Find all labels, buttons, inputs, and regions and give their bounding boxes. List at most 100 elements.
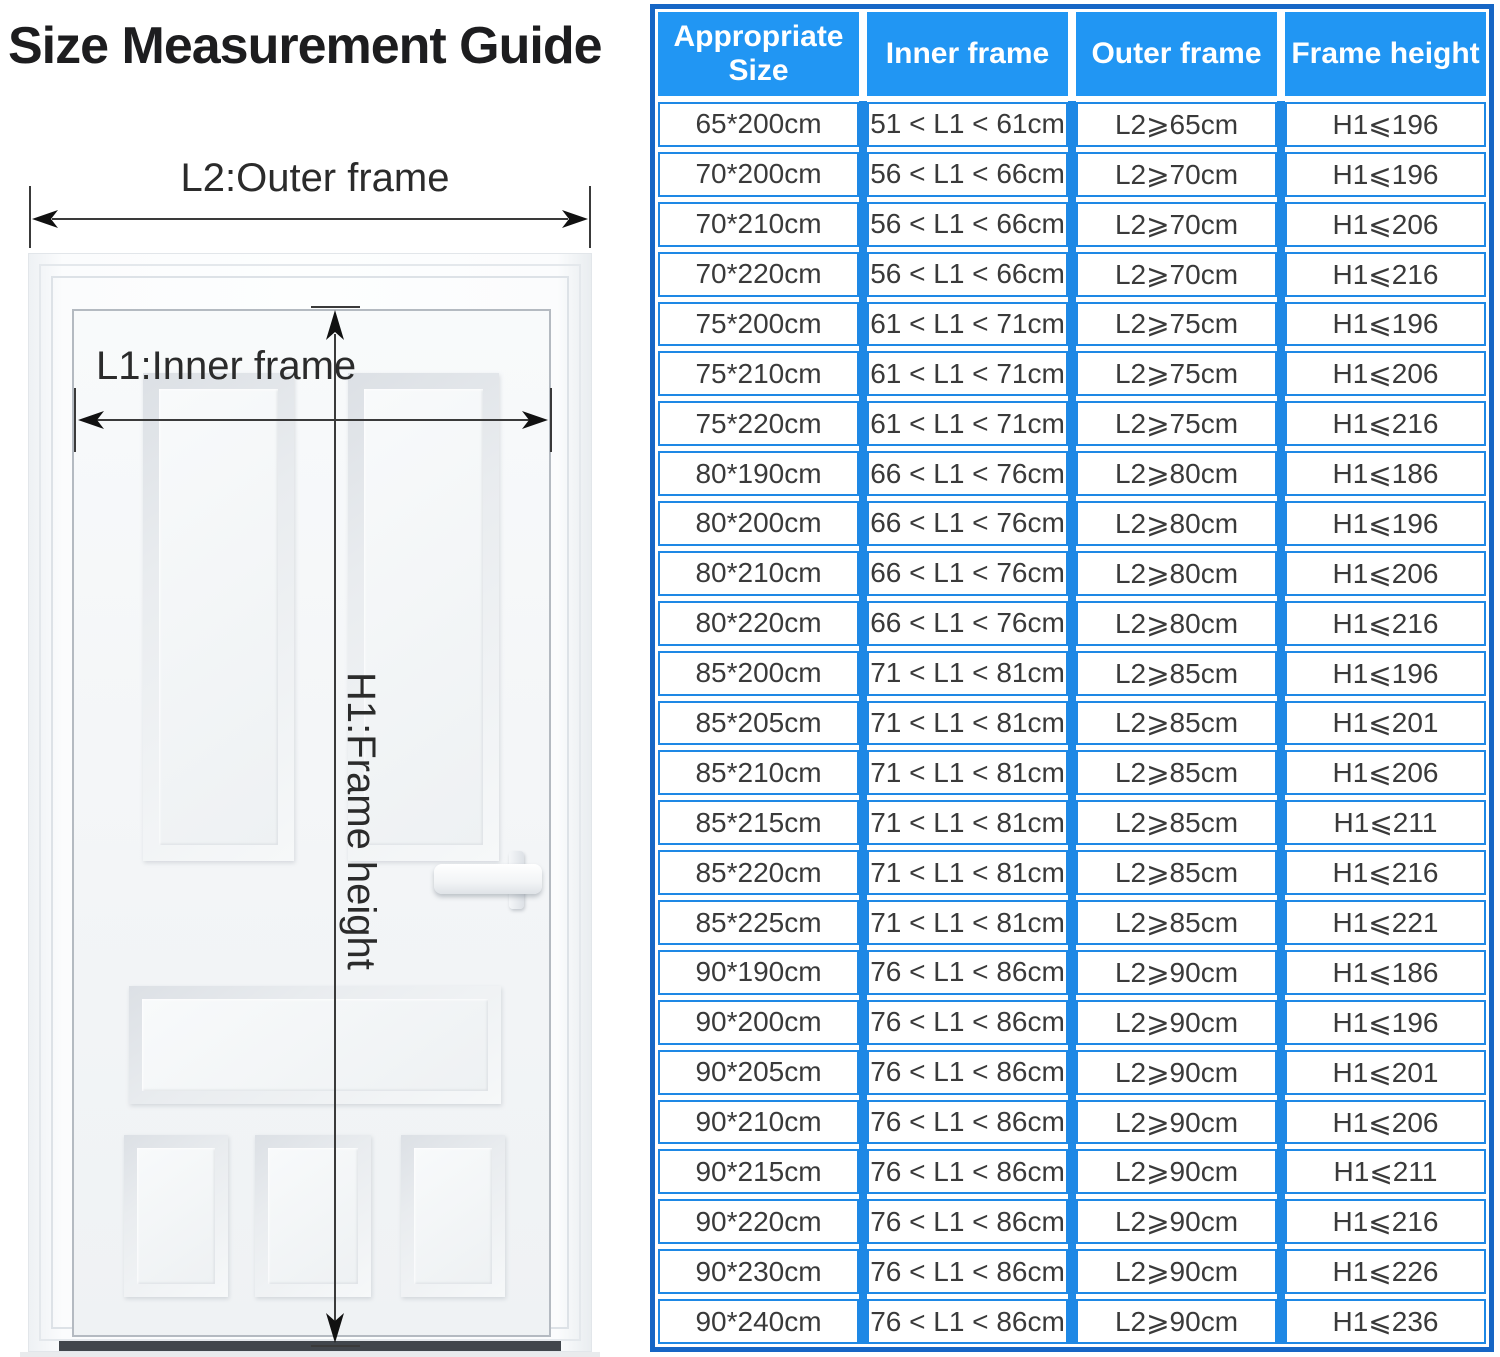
table-cell: 85*205cm	[658, 701, 859, 746]
table-cell: L2⩾80cm	[1076, 501, 1277, 546]
table-cell: L2⩾90cm	[1076, 1100, 1277, 1145]
table-row: 65*200cm51 < L1 < 61cmL2⩾65cmH1⩽196	[658, 102, 1486, 147]
table-row: 70*200cm56 < L1 < 66cmL2⩾70cmH1⩽196	[658, 152, 1486, 197]
table-cell: 80*200cm	[658, 501, 859, 546]
table-cell: 90*240cm	[658, 1299, 859, 1344]
table-cell: H1⩽201	[1285, 701, 1486, 746]
table-cell: 66 < L1 < 76cm	[867, 551, 1068, 596]
table-cell: 85*225cm	[658, 900, 859, 945]
table-cell: L2⩾85cm	[1076, 701, 1277, 746]
table-cell: 71 < L1 < 81cm	[867, 800, 1068, 845]
door-threshold	[59, 1341, 561, 1351]
table-cell: H1⩽211	[1285, 1149, 1486, 1194]
door-panel-bottom-center	[255, 1135, 371, 1297]
table-cell: 70*220cm	[658, 252, 859, 297]
frame-height-label: H1:Frame height	[338, 672, 383, 970]
table-cell: 90*200cm	[658, 1000, 859, 1045]
header-cell-frame-height: Frame height	[1285, 12, 1486, 96]
table-cell: L2⩾85cm	[1076, 850, 1277, 895]
table-cell: H1⩽196	[1285, 152, 1486, 197]
table-cell: 71 < L1 < 81cm	[867, 701, 1068, 746]
table-cell: H1⩽206	[1285, 351, 1486, 396]
table-cell: 76 < L1 < 86cm	[867, 950, 1068, 995]
table-cell: H1⩽196	[1285, 651, 1486, 696]
table-header-row: Appropriate Size Inner frame Outer frame…	[658, 12, 1486, 96]
table-cell: H1⩽206	[1285, 202, 1486, 247]
table-cell: 90*215cm	[658, 1149, 859, 1194]
header-cell-outer-frame: Outer frame	[1076, 12, 1277, 96]
table-cell: H1⩽186	[1285, 451, 1486, 496]
table-cell: 75*200cm	[658, 302, 859, 347]
door-slab	[72, 309, 551, 1337]
table-row: 90*210cm76 < L1 < 86cmL2⩾90cmH1⩽206	[658, 1100, 1486, 1145]
table-row: 80*220cm66 < L1 < 76cmL2⩾80cmH1⩽216	[658, 601, 1486, 646]
table-cell: 51 < L1 < 61cm	[867, 102, 1068, 147]
table-cell: 66 < L1 < 76cm	[867, 451, 1068, 496]
table-cell: 75*210cm	[658, 351, 859, 396]
table-row: 85*215cm71 < L1 < 81cmL2⩾85cmH1⩽211	[658, 800, 1486, 845]
table-cell: 85*200cm	[658, 651, 859, 696]
table-cell: H1⩽206	[1285, 1100, 1486, 1145]
table-cell: 56 < L1 < 66cm	[867, 252, 1068, 297]
table-cell: 71 < L1 < 81cm	[867, 900, 1068, 945]
door-panel-middle	[129, 986, 501, 1104]
outer-frame-label: L2:Outer frame	[170, 156, 460, 201]
table-row: 75*220cm61 < L1 < 71cmL2⩾75cmH1⩽216	[658, 401, 1486, 446]
table-cell: 75*220cm	[658, 401, 859, 446]
table-body: 65*200cm51 < L1 < 61cmL2⩾65cmH1⩽196 70*20…	[658, 102, 1486, 1344]
arrowhead-left	[32, 210, 58, 228]
table-cell: H1⩽196	[1285, 1000, 1486, 1045]
inner-frame-label: L1:Inner frame	[96, 344, 356, 389]
header-cell-inner-frame: Inner frame	[867, 12, 1068, 96]
table-row: 90*220cm76 < L1 < 86cmL2⩾90cmH1⩽216	[658, 1199, 1486, 1244]
table-row: 80*210cm66 < L1 < 76cmL2⩾80cmH1⩽206	[658, 551, 1486, 596]
table-cell: 56 < L1 < 66cm	[867, 202, 1068, 247]
table-cell: 61 < L1 < 71cm	[867, 351, 1068, 396]
table-cell: H1⩽216	[1285, 601, 1486, 646]
table-cell: H1⩽196	[1285, 102, 1486, 147]
table-cell: H1⩽206	[1285, 551, 1486, 596]
door-panel-bottom-left	[124, 1135, 228, 1297]
table-cell: H1⩽236	[1285, 1299, 1486, 1344]
table-cell: L2⩾75cm	[1076, 302, 1277, 347]
table-cell: 90*220cm	[658, 1199, 859, 1244]
table-cell: 85*210cm	[658, 750, 859, 795]
table-row: 90*200cm76 < L1 < 86cmL2⩾90cmH1⩽196	[658, 1000, 1486, 1045]
table-row: 85*220cm71 < L1 < 81cmL2⩾85cmH1⩽216	[658, 850, 1486, 895]
table-row: 80*200cm66 < L1 < 76cmL2⩾80cmH1⩽196	[658, 501, 1486, 546]
table-row: 85*225cm71 < L1 < 81cmL2⩾85cmH1⩽221	[658, 900, 1486, 945]
table-cell: L2⩾90cm	[1076, 950, 1277, 995]
door-illustration	[28, 253, 592, 1352]
table-cell: 76 < L1 < 86cm	[867, 1249, 1068, 1294]
table-cell: 66 < L1 < 76cm	[867, 601, 1068, 646]
table-cell: 71 < L1 < 81cm	[867, 850, 1068, 895]
table-cell: L2⩾80cm	[1076, 451, 1277, 496]
table-cell: L2⩾80cm	[1076, 551, 1277, 596]
table-cell: 70*200cm	[658, 152, 859, 197]
table-cell: 71 < L1 < 81cm	[867, 750, 1068, 795]
table-cell: 66 < L1 < 76cm	[867, 501, 1068, 546]
table-cell: 61 < L1 < 71cm	[867, 401, 1068, 446]
table-cell: L2⩾90cm	[1076, 1000, 1277, 1045]
table-cell: 76 < L1 < 86cm	[867, 1100, 1068, 1145]
table-cell: 90*230cm	[658, 1249, 859, 1294]
table-cell: 90*210cm	[658, 1100, 859, 1145]
table-row: 70*210cm56 < L1 < 66cmL2⩾70cmH1⩽206	[658, 202, 1486, 247]
arrowhead-right	[562, 210, 588, 228]
table-cell: 80*190cm	[658, 451, 859, 496]
table-cell: L2⩾90cm	[1076, 1299, 1277, 1344]
table-cell: H1⩽206	[1285, 750, 1486, 795]
table-cell: H1⩽221	[1285, 900, 1486, 945]
table-cell: 56 < L1 < 66cm	[867, 152, 1068, 197]
table-cell: H1⩽216	[1285, 252, 1486, 297]
table-cell: H1⩽216	[1285, 401, 1486, 446]
table-cell: 76 < L1 < 86cm	[867, 1050, 1068, 1095]
table-cell: L2⩾90cm	[1076, 1199, 1277, 1244]
table-cell: 76 < L1 < 86cm	[867, 1149, 1068, 1194]
table-cell: L2⩾65cm	[1076, 102, 1277, 147]
table-cell: H1⩽216	[1285, 850, 1486, 895]
table-row: 90*230cm76 < L1 < 86cmL2⩾90cmH1⩽226	[658, 1249, 1486, 1294]
table-cell: 76 < L1 < 86cm	[867, 1000, 1068, 1045]
table-cell: L2⩾75cm	[1076, 401, 1277, 446]
table-cell: 76 < L1 < 86cm	[867, 1299, 1068, 1344]
